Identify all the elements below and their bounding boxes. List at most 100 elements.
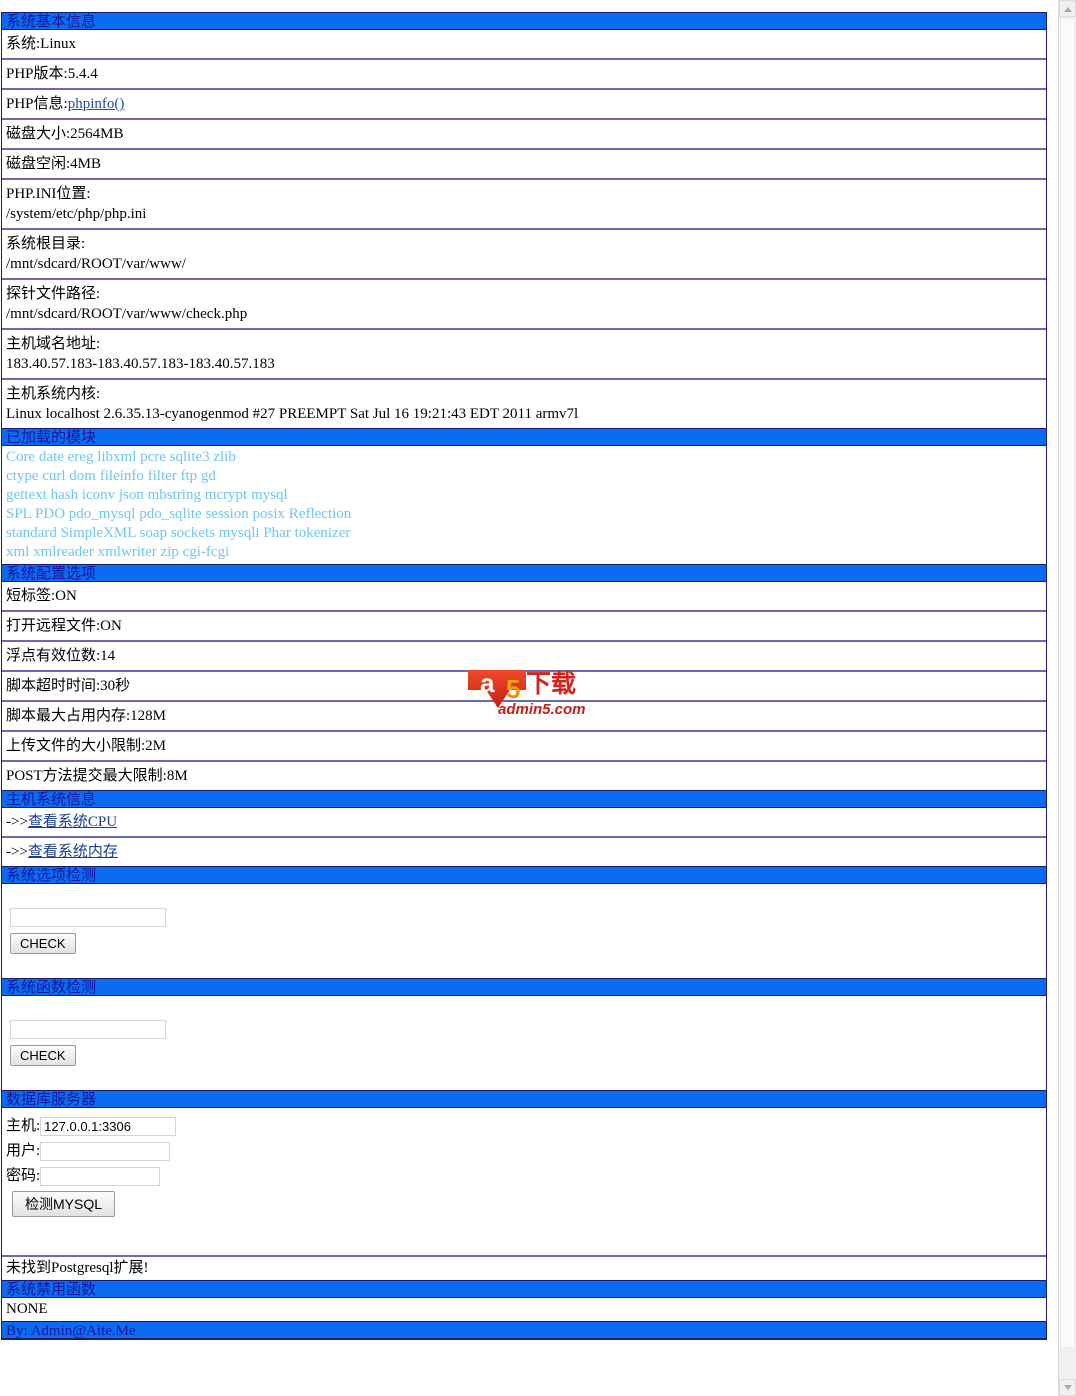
section-header-disabled-functions: 系统禁用函数 xyxy=(2,1280,1046,1298)
row-view-cpu: ->>查看系统CPU xyxy=(2,808,1046,838)
value-max-execution-time: 30秒 xyxy=(100,678,131,694)
value-upload-max-filesize: 2M xyxy=(145,738,167,754)
db-password-row: 密码: xyxy=(6,1164,1046,1189)
scroll-down-button[interactable] xyxy=(1059,1379,1076,1396)
label-php-info: PHP信息: xyxy=(6,96,68,112)
scroll-up-button[interactable] xyxy=(1059,0,1076,17)
value-short-tags: ON xyxy=(55,588,77,604)
label-upload-max-filesize: 上传文件的大小限制: xyxy=(6,738,146,754)
browser-viewport: 系统基本信息 系统:Linux PHP版本:5.4.4 PHP信息:phpinf… xyxy=(0,0,1058,1396)
row-allow-url-fopen: 打开远程文件:ON xyxy=(2,612,1046,642)
row-probe-path: 探针文件路径: /mnt/sdcard/ROOT/var/www/check.p… xyxy=(2,280,1046,330)
option-check-form: CHECK xyxy=(2,884,1046,978)
page-scrollbar[interactable] xyxy=(1058,0,1076,1396)
label-max-execution-time: 脚本超时时间: xyxy=(6,678,101,694)
scrollbar-thumb[interactable] xyxy=(1060,18,1075,1348)
chevron-up-icon xyxy=(1064,7,1072,12)
value-system: Linux xyxy=(40,36,77,52)
section-header-option-check: 系统选项检测 xyxy=(2,866,1046,884)
value-php-ini-path: /system/etc/php/php.ini xyxy=(6,206,147,222)
function-check-button[interactable]: CHECK xyxy=(10,1045,76,1066)
row-web-root: 系统根目录: /mnt/sdcard/ROOT/var/www/ xyxy=(2,230,1046,280)
row-php-info: PHP信息:phpinfo() xyxy=(2,90,1046,120)
label-db-password: 密码: xyxy=(6,1168,41,1184)
db-user-input[interactable] xyxy=(40,1142,171,1162)
check-mysql-button[interactable]: 检测MYSQL xyxy=(12,1191,116,1217)
mysql-check-form: 主机: 用户: 密码: 检测MYSQL xyxy=(2,1108,1046,1257)
row-php-version: PHP版本:5.4.4 xyxy=(2,60,1046,90)
module-line: xml xmlreader xmlwriter zip cgi-fcgi xyxy=(6,544,230,560)
value-host-kernel: Linux localhost 2.6.35.13-cyanogenmod #2… xyxy=(6,406,579,422)
section-header-function-check: 系统函数检测 xyxy=(2,978,1046,996)
arrow-prefix-cpu: ->> xyxy=(6,814,28,830)
row-view-memory: ->>查看系统内存 xyxy=(2,838,1046,866)
value-post-max-size: 8M xyxy=(166,768,188,784)
label-allow-url-fopen: 打开远程文件: xyxy=(6,618,101,634)
label-disk-size: 磁盘大小: xyxy=(6,126,71,142)
php-probe-page: 系统基本信息 系统:Linux PHP版本:5.4.4 PHP信息:phpinf… xyxy=(1,12,1047,1340)
label-disk-free: 磁盘空闲: xyxy=(6,156,71,172)
value-precision: 14 xyxy=(100,648,116,664)
view-system-memory-link[interactable]: 查看系统内存 xyxy=(28,844,118,860)
module-line: standard SimpleXML soap sockets mysqli P… xyxy=(6,525,351,541)
row-disk-size: 磁盘大小:2564MB xyxy=(2,120,1046,150)
row-short-tags: 短标签:ON xyxy=(2,582,1046,612)
label-web-root: 系统根目录: xyxy=(6,236,86,252)
module-line: Core date ereg libxml pcre sqlite3 zlib xyxy=(6,449,236,465)
label-system: 系统: xyxy=(6,36,41,52)
label-db-host: 主机: xyxy=(6,1118,41,1134)
row-upload-max-filesize: 上传文件的大小限制:2M xyxy=(2,732,1046,762)
db-host-row: 主机: xyxy=(6,1114,1046,1139)
row-host-kernel: 主机系统内核: Linux localhost 2.6.35.13-cyanog… xyxy=(2,380,1046,428)
row-precision: 浮点有效位数:14 xyxy=(2,642,1046,672)
value-host-domain: 183.40.57.183-183.40.57.183-183.40.57.18… xyxy=(6,356,275,372)
section-header-modules: 已加载的模块 xyxy=(2,428,1046,446)
label-post-max-size: POST方法提交最大限制: xyxy=(6,768,167,784)
label-php-ini-path: PHP.INI位置: xyxy=(6,186,91,202)
row-memory-limit: 脚本最大占用内存:128M xyxy=(2,702,1046,732)
value-allow-url-fopen: ON xyxy=(100,618,122,634)
value-disk-free: 4MB xyxy=(70,156,102,172)
label-host-domain: 主机域名地址: xyxy=(6,336,101,352)
option-check-button[interactable]: CHECK xyxy=(10,933,76,954)
row-max-execution-time: 脚本超时时间:30秒 xyxy=(2,672,1046,702)
option-check-input[interactable] xyxy=(10,908,166,927)
section-header-basic-info: 系统基本信息 xyxy=(2,12,1046,30)
postgres-status-message: 未找到Postgresql扩展! xyxy=(6,1260,149,1276)
section-header-host-info: 主机系统信息 xyxy=(2,790,1046,808)
db-user-row: 用户: xyxy=(6,1139,1046,1164)
db-host-input[interactable] xyxy=(40,1117,177,1137)
row-disk-free: 磁盘空闲:4MB xyxy=(2,150,1046,180)
phpinfo-link[interactable]: phpinfo() xyxy=(68,96,125,112)
value-web-root: /mnt/sdcard/ROOT/var/www/ xyxy=(6,256,186,272)
row-host-domain: 主机域名地址: 183.40.57.183-183.40.57.183-183.… xyxy=(2,330,1046,380)
section-header-config: 系统配置选项 xyxy=(2,564,1046,582)
arrow-prefix-memory: ->> xyxy=(6,844,28,860)
function-check-form: CHECK xyxy=(2,996,1046,1090)
loaded-modules-list: Core date ereg libxml pcre sqlite3 zlib … xyxy=(2,446,1046,564)
page-footer-credit: By: Admin@Aite.Me xyxy=(2,1321,1046,1339)
row-system: 系统:Linux xyxy=(2,30,1046,60)
db-password-input[interactable] xyxy=(40,1167,161,1187)
module-line: SPL PDO pdo_mysql pdo_sqlite session pos… xyxy=(6,506,352,522)
section-header-database: 数据库服务器 xyxy=(2,1090,1046,1108)
row-php-ini-path: PHP.INI位置: /system/etc/php/php.ini xyxy=(2,180,1046,230)
module-line: gettext hash iconv json mbstring mcrypt … xyxy=(6,487,288,503)
row-post-max-size: POST方法提交最大限制:8M xyxy=(2,762,1046,790)
value-memory-limit: 128M xyxy=(130,708,167,724)
value-php-version: 5.4.4 xyxy=(67,66,98,82)
label-host-kernel: 主机系统内核: xyxy=(6,386,101,402)
db-button-row: 检测MYSQL xyxy=(6,1189,1046,1217)
view-system-cpu-link[interactable]: 查看系统CPU xyxy=(28,814,117,830)
label-db-user: 用户: xyxy=(6,1143,41,1159)
module-line: ctype curl dom fileinfo filter ftp gd xyxy=(6,468,216,484)
label-probe-path: 探针文件路径: xyxy=(6,286,101,302)
function-check-input[interactable] xyxy=(10,1020,166,1039)
label-precision: 浮点有效位数: xyxy=(6,648,101,664)
value-disk-size: 2564MB xyxy=(70,126,124,142)
label-php-version: PHP版本: xyxy=(6,66,68,82)
value-probe-path: /mnt/sdcard/ROOT/var/www/check.php xyxy=(6,306,248,322)
